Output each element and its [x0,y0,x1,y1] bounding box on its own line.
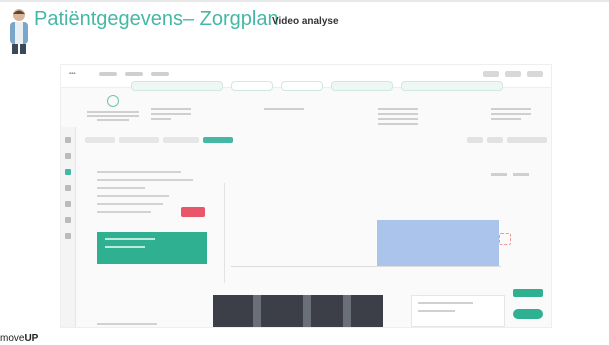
app-sidebar [61,127,76,327]
page-subtitle: Video analyse [272,16,339,27]
side-panel [411,295,505,327]
chart-marker [499,233,511,245]
app-brand: ▪▪▪ [69,71,76,77]
patient-info-columns [151,105,531,128]
action-button [513,289,543,297]
status-steps [131,81,545,91]
embedded-app-screenshot: ▪▪▪ [60,64,552,328]
save-button [513,309,543,319]
list-divider [224,183,225,283]
chart-bar [377,220,499,266]
presentation-slide: Patiëntgegevens– Zorgplan Video analyse … [0,0,609,345]
exercise-list [97,165,217,325]
app-tabs [85,137,233,143]
app-topbar-actions [483,71,543,77]
video-player [213,295,383,327]
patient-card [87,95,139,135]
doctor-avatar-icon [10,9,28,54]
slide-top-rule [0,0,609,2]
status-badge [181,207,205,217]
selected-list-item [97,232,207,264]
page-title: Patiëntgegevens– Zorgplan [34,8,279,30]
chart-axis [231,266,501,267]
app-nav [99,72,169,76]
moveup-logo: moveUP [0,333,39,344]
app-tab-actions [467,137,547,143]
patient-icon [107,95,119,107]
chart-legend [491,173,529,176]
